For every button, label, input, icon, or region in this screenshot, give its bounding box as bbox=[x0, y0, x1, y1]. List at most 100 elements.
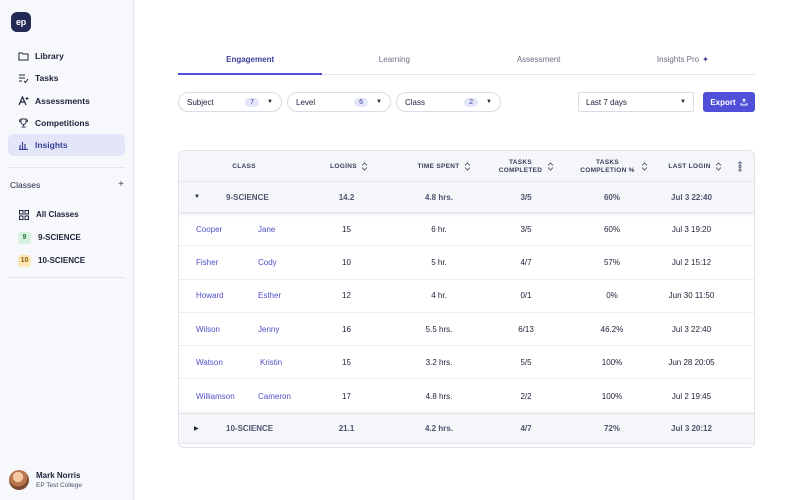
student-last-name[interactable]: Williamson bbox=[196, 379, 235, 412]
group-time: 4.2 hrs. bbox=[424, 423, 453, 433]
filter-label: Level bbox=[296, 97, 316, 107]
table-row[interactable]: Cooper Jane 15 6 hr. 3/5 60% Jul 3 19:20 bbox=[179, 213, 754, 247]
group-row-10-science[interactable]: ▶ 10-SCIENCE 21.1 4.2 hrs. 4/7 72% Jul 3… bbox=[179, 412, 754, 444]
tasks-completed: 2/2 bbox=[520, 391, 532, 401]
logins: 16 bbox=[342, 324, 351, 334]
student-last-name[interactable]: Cooper bbox=[196, 213, 222, 245]
tasks-completed: 6/13 bbox=[518, 324, 534, 334]
student-last-name[interactable]: Howard bbox=[196, 280, 224, 312]
tab-label: Engagement bbox=[226, 55, 275, 64]
sidebar-divider bbox=[8, 277, 125, 278]
sidebar-item-label: Insights bbox=[35, 140, 68, 151]
logins: 12 bbox=[342, 291, 351, 301]
class-badge: 10 bbox=[18, 254, 31, 267]
sidebar-item-tasks[interactable]: Tasks bbox=[8, 67, 125, 89]
tab-engagement[interactable]: Engagement bbox=[178, 50, 323, 75]
group-logins: 14.2 bbox=[338, 192, 355, 202]
tab-label: Insights Pro bbox=[656, 55, 700, 64]
sidebar-item-all-classes[interactable]: All Classes bbox=[10, 203, 126, 226]
export-button[interactable]: Export bbox=[703, 92, 755, 112]
sidebar-item-assessments[interactable]: Assessments bbox=[8, 90, 125, 112]
student-last-name[interactable]: Wilson bbox=[196, 313, 220, 345]
student-first-name[interactable]: Cameron bbox=[258, 379, 291, 412]
last-login: Jun 28 20:05 bbox=[668, 357, 715, 367]
sidebar-item-label: Tasks bbox=[35, 73, 59, 84]
last-login: Jul 3 19:20 bbox=[671, 224, 712, 234]
student-first-name[interactable]: Kristin bbox=[260, 346, 282, 378]
student-first-name[interactable]: Esther bbox=[258, 280, 281, 312]
table-row[interactable]: Howard Esther 12 4 hr. 0/1 0% Jun 30 11:… bbox=[179, 280, 754, 313]
student-first-name[interactable]: Jane bbox=[258, 213, 275, 245]
class-filter[interactable]: Class 2 ▼ bbox=[396, 92, 501, 112]
assessment-icon bbox=[18, 95, 29, 106]
completion-pct: 46.2% bbox=[600, 324, 624, 334]
classes-header: Classes + bbox=[10, 179, 126, 190]
student-first-name[interactable]: Jenny bbox=[258, 313, 279, 345]
group-row-9-science[interactable]: ▼ 9-SCIENCE 14.2 4.8 hrs. 3/5 60% Jul 3 … bbox=[179, 182, 754, 213]
caret-down-icon: ▼ bbox=[267, 99, 273, 105]
column-header-tasks-completion-pct[interactable]: TASKS COMPLETION % bbox=[572, 151, 654, 182]
tab-insights-pro[interactable]: Insights Pro ✦ bbox=[611, 50, 755, 74]
tab-label: Assessment bbox=[516, 55, 561, 64]
add-class-button[interactable]: + bbox=[116, 179, 126, 190]
user-profile[interactable]: Mark Norris EP Test College bbox=[9, 470, 82, 490]
tasks-completed: 4/7 bbox=[520, 257, 532, 267]
export-label: Export bbox=[710, 97, 736, 107]
sidebar: ep Library Tasks Assessments Competition… bbox=[0, 0, 134, 500]
table-row[interactable]: Watson Kristin 15 3.2 hrs. 5/5 100% Jun … bbox=[179, 346, 754, 380]
app-logo[interactable]: ep bbox=[11, 12, 31, 32]
class-item-label: 9-SCIENCE bbox=[38, 233, 81, 242]
sidebar-item-library[interactable]: Library bbox=[8, 45, 125, 67]
group-last-login: Jul 3 20:12 bbox=[671, 423, 712, 433]
student-last-name[interactable]: Fisher bbox=[196, 246, 218, 278]
sidebar-item-9-science[interactable]: 9 9-SCIENCE bbox=[10, 226, 126, 249]
column-header-tasks-completed[interactable]: TASKS COMPLETED bbox=[491, 151, 561, 182]
column-header-last-login[interactable]: LAST LOGIN bbox=[659, 151, 731, 182]
date-range-select[interactable]: Last 7 days ▼ bbox=[578, 92, 694, 112]
tasks-completed: 5/5 bbox=[520, 357, 532, 367]
sidebar-item-insights[interactable]: Insights bbox=[8, 134, 125, 157]
trophy-icon bbox=[18, 117, 29, 128]
sort-icon bbox=[715, 162, 721, 171]
column-header-time-spent[interactable]: TIME SPENT bbox=[404, 151, 484, 182]
subject-filter[interactable]: Subject 7 ▼ bbox=[178, 92, 282, 112]
date-range-value: Last 7 days bbox=[586, 97, 627, 107]
sort-icon bbox=[464, 162, 470, 171]
logins: 15 bbox=[342, 224, 351, 234]
level-filter[interactable]: Level 6 ▼ bbox=[287, 92, 391, 112]
column-menu-button[interactable] bbox=[732, 151, 748, 182]
table-row[interactable]: Williamson Cameron 17 4.8 hrs. 2/2 100% … bbox=[179, 379, 754, 412]
sidebar-item-label: Assessments bbox=[35, 95, 90, 106]
filter-label: Subject bbox=[187, 97, 214, 107]
student-last-name[interactable]: Watson bbox=[196, 346, 223, 378]
table-header: CLASS LOGINS TIME SPENT TASKS COMPLETED … bbox=[179, 151, 754, 182]
completion-pct: 57% bbox=[603, 257, 620, 267]
caret-down-icon: ▼ bbox=[486, 99, 492, 105]
bar-chart-icon bbox=[18, 140, 29, 151]
column-header-logins[interactable]: LOGINS bbox=[319, 151, 379, 182]
tab-learning[interactable]: Learning bbox=[322, 50, 466, 74]
tab-assessment[interactable]: Assessment bbox=[467, 50, 611, 74]
more-vertical-icon bbox=[738, 161, 742, 172]
user-org: EP Test College bbox=[36, 482, 83, 489]
sparkle-icon: ✦ bbox=[702, 55, 709, 64]
completion-pct: 100% bbox=[601, 391, 623, 401]
table-row[interactable]: Wilson Jenny 16 5.5 hrs. 6/13 46.2% Jul … bbox=[179, 313, 754, 347]
sidebar-item-competitions[interactable]: Competitions bbox=[8, 112, 125, 134]
table-row[interactable]: Fisher Cody 10 5 hr. 4/7 57% Jul 2 15:12 bbox=[179, 246, 754, 280]
tasks-completed: 3/5 bbox=[520, 224, 532, 234]
time-spent: 4.8 hrs. bbox=[425, 391, 453, 401]
group-pct: 72% bbox=[603, 423, 620, 433]
expand-icon[interactable]: ▶ bbox=[194, 414, 199, 443]
collapse-icon[interactable]: ▼ bbox=[194, 182, 200, 212]
sidebar-item-label: Competitions bbox=[35, 117, 90, 128]
student-first-name[interactable]: Cody bbox=[258, 246, 277, 278]
sort-icon bbox=[547, 162, 553, 171]
filter-label: Class bbox=[405, 97, 426, 107]
sidebar-item-10-science[interactable]: 10 10-SCIENCE bbox=[10, 249, 126, 272]
completion-pct: 60% bbox=[603, 224, 620, 234]
time-spent: 4 hr. bbox=[431, 291, 447, 301]
time-spent: 5 hr. bbox=[431, 257, 447, 267]
upload-icon bbox=[740, 98, 748, 106]
user-name: Mark Norris bbox=[36, 471, 81, 480]
